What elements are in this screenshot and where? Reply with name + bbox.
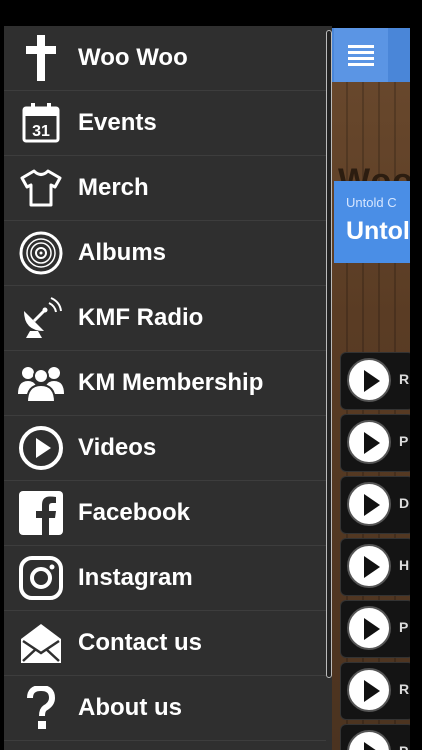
cross-icon	[4, 26, 78, 90]
menu-item-label: Merch	[78, 174, 149, 201]
menu-item-videos[interactable]: Videos	[4, 416, 326, 481]
menu-item-facebook[interactable]: Facebook	[4, 481, 326, 546]
menu-item-label: Videos	[78, 434, 157, 461]
track-title: R	[399, 371, 410, 387]
play-circle-icon	[4, 416, 78, 480]
play-button-icon[interactable]	[347, 668, 391, 712]
tshirt-icon	[4, 156, 78, 220]
menu-item-albums[interactable]: Albums	[4, 221, 326, 286]
play-button-icon[interactable]	[347, 358, 391, 402]
menu-item-label: KM Membership	[78, 369, 264, 396]
menu-item-label: KMF Radio	[78, 304, 204, 331]
track-item[interactable]: P	[340, 724, 410, 750]
play-button-icon[interactable]	[347, 606, 391, 650]
question-mark-icon	[4, 676, 78, 740]
track-title: H	[399, 557, 410, 573]
track-title: D	[399, 495, 410, 511]
instagram-icon	[4, 546, 78, 610]
banner-subtitle: Untold C	[346, 195, 397, 210]
navigation-drawer: Woo Woo 31 Events Merch Albums KMF Radio…	[4, 26, 332, 750]
satellite-dish-icon	[4, 286, 78, 350]
group-icon	[4, 351, 78, 415]
play-button-icon[interactable]	[347, 730, 391, 750]
menu-item-events[interactable]: 31 Events	[4, 91, 326, 156]
track-item[interactable]: R	[340, 352, 410, 410]
menu-item-label: Events	[78, 109, 157, 136]
menu-toggle-button[interactable]	[334, 28, 388, 82]
track-item[interactable]: P	[340, 600, 410, 658]
track-title: P	[399, 433, 409, 449]
menu-item-label: Instagram	[78, 564, 193, 591]
calendar-day: 31	[32, 123, 50, 140]
play-button-icon[interactable]	[347, 482, 391, 526]
track-item[interactable]: P	[340, 414, 410, 472]
drawer-scrollbar[interactable]	[326, 30, 332, 678]
menu-item-label: Contact us	[78, 629, 203, 656]
menu-item-merch[interactable]: Merch	[4, 156, 326, 221]
menu-item-kmf-radio[interactable]: KMF Radio	[4, 286, 326, 351]
facebook-icon	[4, 481, 78, 545]
calendar-icon: 31	[4, 91, 78, 155]
envelope-icon	[4, 611, 78, 675]
menu-item-label: Woo Woo	[78, 44, 188, 71]
menu-item-woo-woo[interactable]: Woo Woo	[4, 26, 326, 91]
menu-item-km-membership[interactable]: KM Membership	[4, 351, 326, 416]
banner-title: Untol	[346, 217, 410, 245]
hamburger-icon	[348, 42, 374, 69]
menu-item-label: About us	[78, 694, 182, 721]
track-item[interactable]: R	[340, 662, 410, 720]
menu-item-instagram[interactable]: Instagram	[4, 546, 326, 611]
track-item[interactable]: D	[340, 476, 410, 534]
feature-banner[interactable]: Untold C Untol	[334, 181, 410, 263]
play-button-icon[interactable]	[347, 420, 391, 464]
play-button-icon[interactable]	[347, 544, 391, 588]
menu-item-label: Facebook	[78, 499, 191, 526]
menu-item-label: Albums	[78, 239, 167, 266]
menu-item-contact-us[interactable]: Contact us	[4, 611, 326, 676]
vinyl-record-icon	[4, 221, 78, 285]
track-title: P	[399, 743, 408, 750]
track-title: R	[399, 681, 410, 697]
track-title: P	[399, 619, 409, 635]
track-item[interactable]: H	[340, 538, 410, 596]
background-app: Woo Untold C Untol R P D H P R P	[330, 28, 410, 750]
menu-item-about-us[interactable]: About us	[4, 676, 326, 741]
